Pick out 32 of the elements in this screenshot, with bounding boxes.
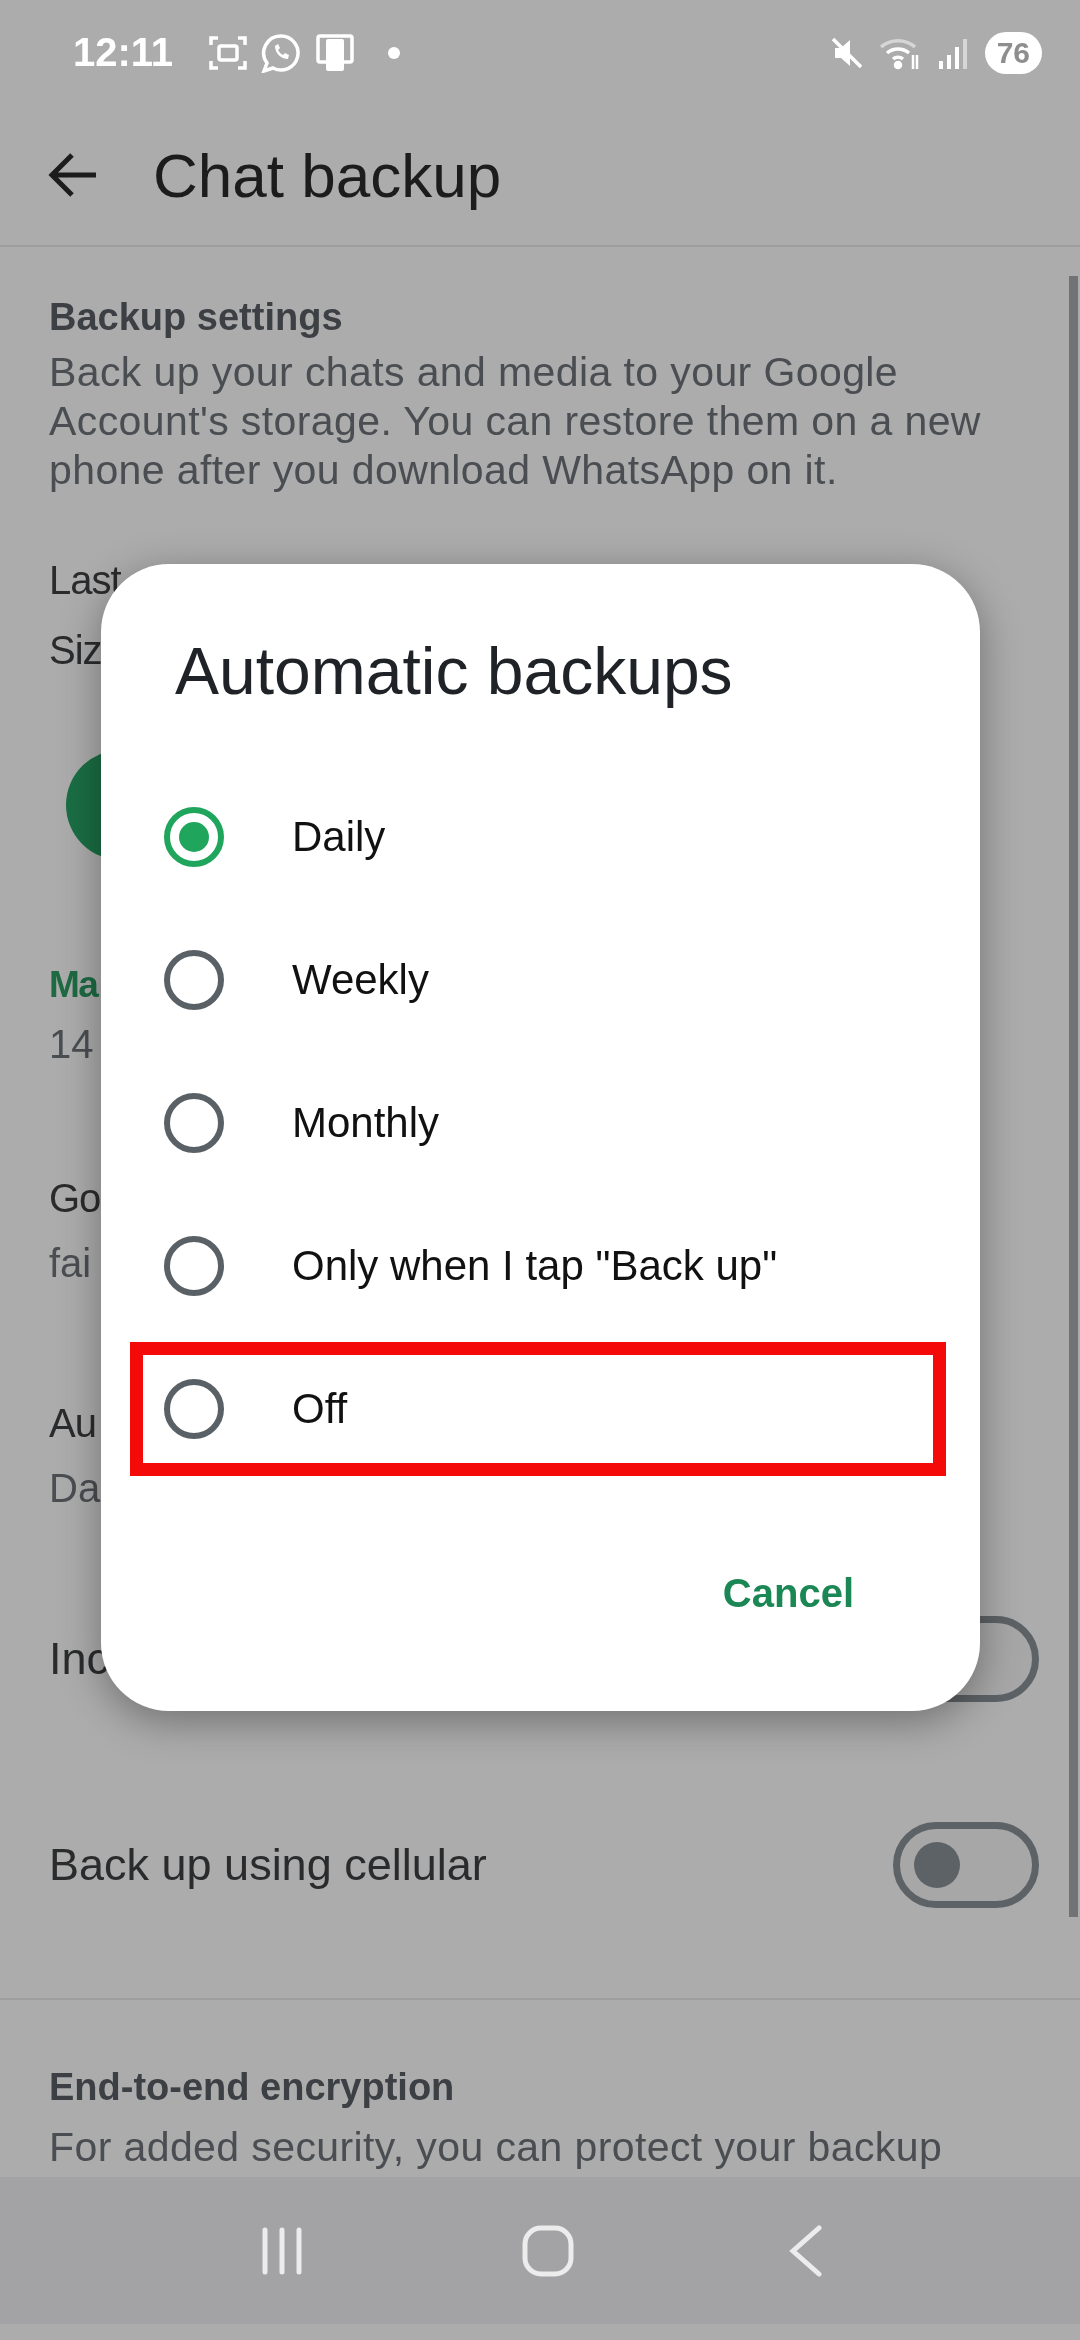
screenshot-icon	[209, 33, 248, 72]
option-row[interactable]: Monthly	[130, 1056, 946, 1190]
radio-button[interactable]	[164, 1379, 224, 1439]
radio-button[interactable]	[164, 807, 224, 867]
chat-icon	[261, 32, 302, 73]
setting-value: 14	[49, 1021, 94, 1068]
cancel-button[interactable]: Cancel	[698, 1551, 878, 1636]
time: 12:11	[73, 30, 174, 75]
screen-title: Chat backup	[153, 139, 502, 211]
setting-title[interactable]: Go	[49, 1163, 101, 1233]
setting-value: fai	[49, 1240, 92, 1287]
setting-value: Da	[49, 1465, 101, 1512]
option-row[interactable]: Daily	[130, 770, 946, 904]
section-description: Back up your chats and media to your Google Account's storage. You can restore them on a new phone after you download WhatsApp on it.	[49, 348, 982, 495]
radio-button[interactable]	[164, 1236, 224, 1296]
section-heading: Backup settings	[49, 295, 344, 339]
option-row[interactable]: Off	[130, 1342, 946, 1476]
setting-label: Back up using cellular	[49, 1839, 487, 1891]
back-arrow-icon[interactable]	[48, 153, 98, 197]
dialog-title: Automatic backups	[175, 633, 733, 710]
radio-button[interactable]	[164, 950, 224, 1010]
radio-button[interactable]	[164, 1093, 224, 1153]
section-heading: End-to-end encryption	[49, 2065, 456, 2110]
setting-title[interactable]: Au	[49, 1388, 96, 1458]
phone-icon	[315, 32, 356, 73]
option-row[interactable]: Only when I tap "Back up"	[130, 1199, 946, 1333]
option-row[interactable]: Weekly	[130, 913, 946, 1047]
detail-text: Siz	[49, 627, 102, 674]
detail-text: Last	[49, 557, 121, 604]
notification-dot	[387, 45, 402, 60]
battery-indicator: 76	[984, 31, 1042, 74]
section-description: For added security, you can protect your backup	[49, 2123, 944, 2172]
